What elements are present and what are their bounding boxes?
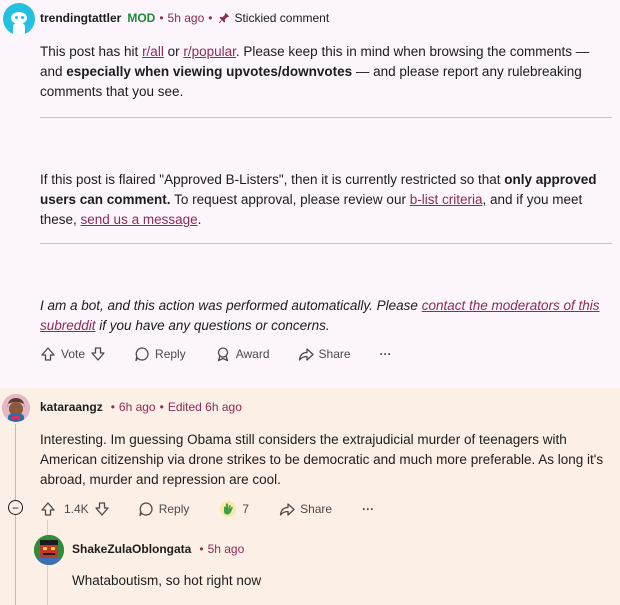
collapse-thread-button[interactable]: − [8,500,23,515]
timestamp[interactable]: 6h ago [119,400,156,414]
downvote-icon[interactable] [90,346,106,362]
snoo-eye [15,16,18,19]
text: If this post is flaired "Approved B-List… [40,172,505,187]
award-count: 7 [242,502,250,516]
vote-control: Vote [40,346,106,362]
text: I am a bot, and this action was performe… [40,298,422,313]
helpful-hand-award-icon [220,501,237,517]
share-label: Share [318,347,351,361]
text: This post has hit [40,44,143,59]
more-options-button[interactable]: ··· [362,502,374,516]
comment-actions: 1.4K Reply 7 Share ··· [40,500,374,518]
avatar[interactable] [3,3,35,35]
award-label: Award [235,347,270,361]
text: if you have any questions or concerns. [95,318,330,333]
b-list-criteria-link[interactable]: b-list criteria [410,192,483,207]
score: 1.4K [64,502,89,516]
award-button[interactable]: Award [215,346,270,362]
share-icon [298,348,314,361]
downvote-icon[interactable] [94,501,110,517]
snoo-eye [21,16,24,19]
text: To request approval, please review our [170,192,410,207]
share-button[interactable]: Share [279,501,332,517]
separator: • [208,11,213,25]
mod-badge: MOD [127,11,156,25]
comment-meta: kataraangz • 6h ago • Edited 6h ago [40,400,242,414]
username[interactable]: kataraangz [40,400,103,414]
divider [40,117,612,118]
more-options-button[interactable]: ··· [380,347,392,361]
award-button[interactable]: 7 [219,500,249,518]
username[interactable]: ShakeZulaOblongata [72,542,191,556]
reply-label: Reply [158,502,190,516]
separator: • [199,542,204,556]
reply-label: Reply [155,347,186,361]
bold-text: especially when viewing upvotes/downvote… [66,64,353,79]
share-label: Share [300,502,333,516]
snoo-body-shape [13,23,25,35]
avatar-art [2,394,30,422]
share-button[interactable]: Share [298,346,351,362]
timestamp[interactable]: 5h ago [208,542,245,556]
thread-line [15,515,16,605]
collapse-icon: − [11,500,19,515]
username[interactable]: trendingtattler [40,11,121,25]
comment-text: Interesting. Im guessing Obama still con… [40,432,604,487]
divider [40,243,612,244]
edited-label: Edited 6h ago [167,400,242,414]
avatar[interactable] [2,394,30,422]
text: or [163,44,184,59]
avatar[interactable] [34,535,64,565]
thread-line [15,424,16,500]
separator: • [159,400,164,414]
subreddit-link[interactable]: r/popular [183,44,236,59]
reply-button[interactable]: Reply [138,501,190,517]
comment-meta: ShakeZulaOblongata • 5h ago [72,542,244,556]
sticky-label: Stickied comment [234,11,330,25]
comment-paragraph: This post has hit r/all or r/popular. Pl… [40,42,612,102]
comment-bubble-icon [135,347,149,362]
comment-text: Whataboutism, so hot right now [72,573,262,588]
text: . [197,212,202,227]
pin-icon [219,12,230,24]
avatar-art [34,535,64,565]
timestamp[interactable]: 5h ago [168,11,205,25]
comment-meta: trendingtattler MOD • 5h ago • Stickied … [40,11,329,25]
upvote-icon[interactable] [40,501,56,517]
separator: • [110,400,115,414]
bot-disclaimer: I am a bot, and this action was performe… [40,296,612,336]
comment-actions: Vote Reply Award Share ··· [40,346,392,362]
separator: • [159,11,164,25]
subreddit-link[interactable]: r/all [142,44,164,59]
award-icon [217,347,228,362]
vote-control: 1.4K [40,501,110,517]
share-icon [279,503,295,516]
vote-label: Vote [61,347,86,361]
comment-paragraph: If this post is flaired "Approved B-List… [40,170,612,230]
upvote-icon[interactable] [40,346,56,362]
comment-bubble-icon [139,502,153,517]
reply-button[interactable]: Reply [134,346,186,362]
send-message-link[interactable]: send us a message [81,212,198,227]
